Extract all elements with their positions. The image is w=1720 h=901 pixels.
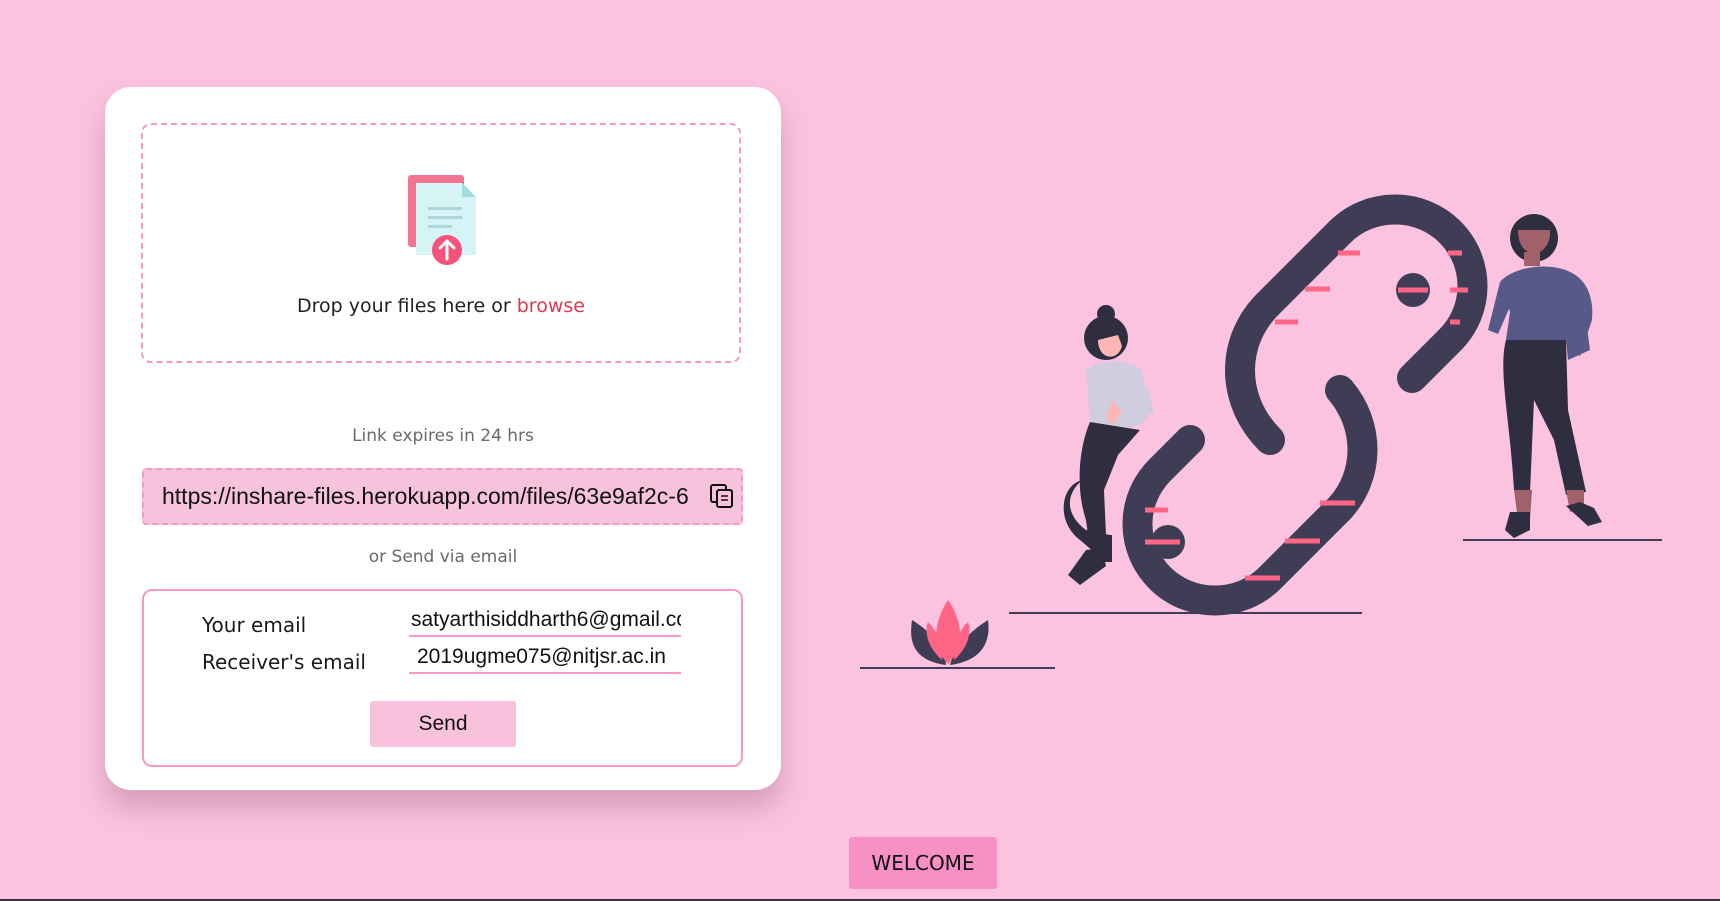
sender-email-input[interactable] xyxy=(409,605,681,637)
sharing-illustration xyxy=(860,194,1662,669)
upload-card: Drop your files here or browse Link expi… xyxy=(105,87,781,790)
share-link-box xyxy=(142,468,743,525)
page: Drop your files here or browse Link expi… xyxy=(0,0,1720,901)
right-person-graphic xyxy=(1488,214,1602,538)
link-expiry-text: Link expires in 24 hrs xyxy=(352,426,534,446)
file-upload-icon[interactable] xyxy=(406,171,480,265)
sender-email-label: Your email xyxy=(202,613,307,637)
browse-link[interactable]: browse xyxy=(517,295,585,317)
email-form: Your email Receiver's email Send xyxy=(142,589,743,767)
receiver-email-label: Receiver's email xyxy=(202,650,366,674)
send-button[interactable]: Send xyxy=(370,701,516,747)
copy-icon[interactable] xyxy=(709,483,735,509)
welcome-button[interactable]: WELCOME xyxy=(849,837,997,889)
drop-zone[interactable]: Drop your files here or browse xyxy=(141,123,741,363)
share-link-input[interactable] xyxy=(162,470,732,523)
receiver-email-input[interactable] xyxy=(409,642,681,674)
drop-text: Drop your files here or xyxy=(297,295,517,317)
plant-graphic xyxy=(911,600,989,665)
drop-instructions: Drop your files here or browse xyxy=(143,295,739,317)
send-via-email-heading: or Send via email xyxy=(368,547,518,567)
